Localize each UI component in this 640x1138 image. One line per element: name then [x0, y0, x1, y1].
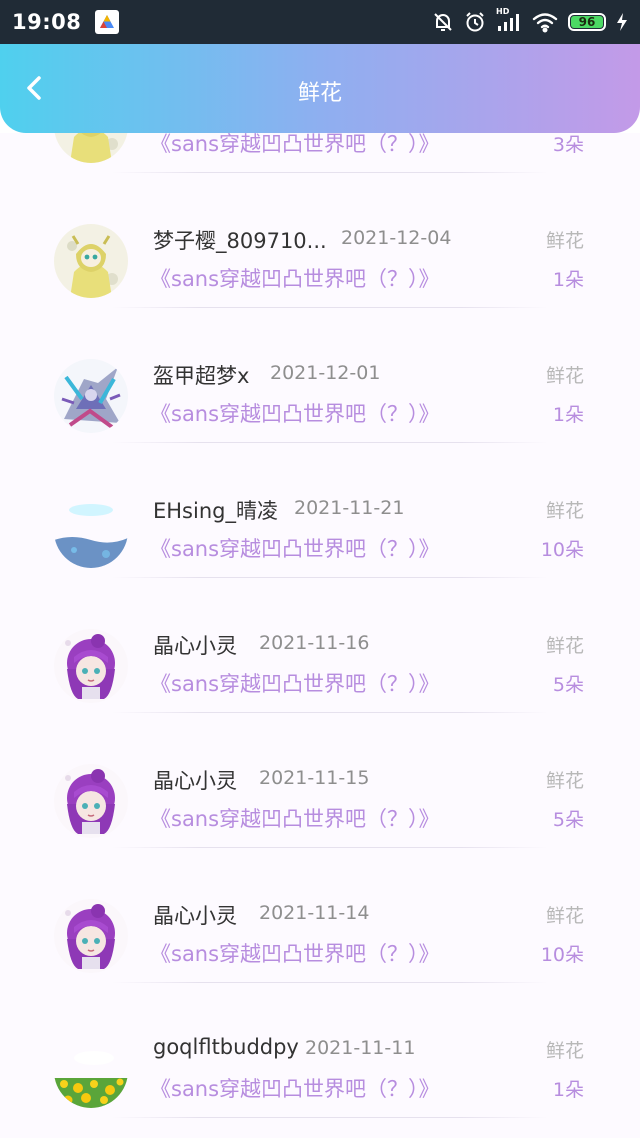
work-title-link[interactable]: 《sans穿越凹凸世界吧（？）》 [150, 263, 440, 293]
wifi-icon [532, 11, 558, 33]
list-item[interactable]: goqlfltbuddpy 2021-11-11 《sans穿越凹凸世界吧（？）… [0, 983, 640, 1118]
alarm-icon [464, 11, 486, 33]
flower-count: 1朵 [552, 404, 584, 426]
avatar[interactable] [54, 764, 128, 838]
flower-count: 3朵 [552, 134, 584, 156]
avatar[interactable] [54, 494, 128, 568]
gift-type-label: 鲜花 [545, 500, 584, 522]
gift-date: 2021-11-21 [294, 497, 405, 519]
gift-date: 2021-12-04 [341, 227, 452, 249]
list-item[interactable]: 晶心小灵 2021-11-14 《sans穿越凹凸世界吧（？）》 鲜花 10朵 [0, 848, 640, 983]
gift-date: 2021-11-14 [259, 902, 370, 924]
app-header: 鲜花 [0, 44, 640, 133]
gift-type-label: 鲜花 [545, 365, 584, 387]
flower-count: 1朵 [552, 269, 584, 291]
user-name[interactable]: 晶心小灵 [153, 900, 237, 930]
gift-type-label: 鲜花 [545, 635, 584, 657]
yellow-raincoat-character-avatar-image [54, 133, 128, 163]
work-title-link[interactable]: 《sans穿越凹凸世界吧（？）》 [150, 533, 440, 563]
list-item[interactable]: 晶心小灵 2021-11-16 《sans穿越凹凸世界吧（？）》 鲜花 5朵 [0, 578, 640, 713]
network-label: HD [496, 7, 510, 16]
gift-type-label: 鲜花 [545, 905, 584, 927]
yellow-raincoat-character-avatar-image [54, 224, 128, 298]
work-title-link[interactable]: 《sans穿越凹凸世界吧（？）》 [150, 938, 440, 968]
purple-hair-girl-avatar-image [54, 764, 128, 838]
flower-count: 5朵 [552, 809, 584, 831]
list-item[interactable]: 梦子樱_809710... 2021-12-04 《sans穿越凹凸世界吧（？）… [0, 173, 640, 308]
gift-date: 2021-12-01 [270, 362, 381, 384]
work-title-link[interactable]: 《sans穿越凹凸世界吧（？）》 [150, 133, 440, 158]
avatar[interactable] [54, 224, 128, 298]
purple-hair-girl-avatar-image [54, 629, 128, 703]
page-title: 鲜花 [297, 81, 342, 106]
charging-icon [616, 12, 628, 32]
user-name[interactable]: EHsing_晴凌 [153, 495, 278, 525]
user-name[interactable]: 晶心小灵 [153, 630, 237, 660]
gift-date: 2021-11-15 [259, 767, 370, 789]
list-item[interactable]: 晶心小灵 2021-11-15 《sans穿越凹凸世界吧（？）》 鲜花 5朵 [0, 713, 640, 848]
dandelion-field-avatar-image [54, 1034, 128, 1108]
flower-count: 1朵 [552, 1079, 584, 1101]
battery-level: 96 [571, 15, 603, 29]
user-name[interactable]: 盔甲超梦x [153, 360, 249, 390]
gift-date: 2021-11-11 [305, 1037, 416, 1059]
app-icon [95, 10, 120, 34]
avatar[interactable] [54, 359, 128, 433]
avatar[interactable] [54, 629, 128, 703]
flower-count: 10朵 [540, 944, 584, 966]
work-title-link[interactable]: 《sans穿越凹凸世界吧（？）》 [150, 1073, 440, 1103]
signal-icon: HD [496, 7, 522, 33]
avatar[interactable] [54, 133, 128, 163]
user-name[interactable]: goqlfltbuddpy [153, 1035, 299, 1059]
work-title-link[interactable]: 《sans穿越凹凸世界吧（？）》 [150, 803, 440, 833]
status-time: 19:08 [12, 10, 82, 34]
list-item[interactable]: 《sans穿越凹凸世界吧（？）》 3朵 [0, 133, 640, 173]
avatar[interactable] [54, 1034, 128, 1108]
gift-type-label: 鲜花 [545, 770, 584, 792]
user-name[interactable]: 晶心小灵 [153, 765, 237, 795]
battery-icon: 96 [568, 13, 606, 31]
list-item[interactable]: EHsing_晴凌 2021-11-21 《sans穿越凹凸世界吧（？）》 鲜花… [0, 443, 640, 578]
list-item[interactable]: 盔甲超梦x 2021-12-01 《sans穿越凹凸世界吧（？）》 鲜花 1朵 [0, 308, 640, 443]
purple-hair-girl-avatar-image [54, 899, 128, 973]
status-bar: 19:08 HD 96 [0, 0, 640, 44]
bell-muted-icon [432, 11, 454, 33]
gift-type-label: 鲜花 [545, 1040, 584, 1062]
row-divider [112, 1117, 548, 1118]
flower-count: 5朵 [552, 674, 584, 696]
avatar[interactable] [54, 899, 128, 973]
work-title-link[interactable]: 《sans穿越凹凸世界吧（？）》 [150, 668, 440, 698]
work-title-link[interactable]: 《sans穿越凹凸世界吧（？）》 [150, 398, 440, 428]
flower-record-list[interactable]: 《sans穿越凹凸世界吧（？）》 3朵 梦子樱_809710... 2021-1… [0, 133, 640, 1138]
flower-count: 10朵 [540, 539, 584, 561]
user-name[interactable]: 梦子樱_809710... [153, 225, 325, 255]
gift-date: 2021-11-16 [259, 632, 370, 654]
armored-mewtwo-avatar-image [54, 359, 128, 433]
gift-type-label: 鲜花 [545, 230, 584, 252]
blue-ocean-avatar-image [54, 494, 128, 568]
